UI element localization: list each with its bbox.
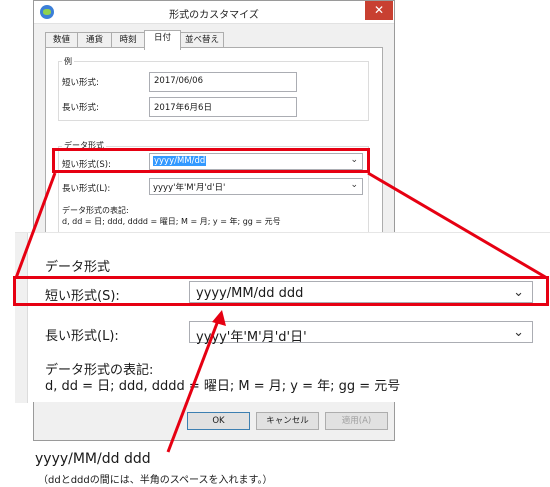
caption-format: yyyy/MM/dd ddd <box>35 451 151 467</box>
connector-line-right <box>367 171 548 280</box>
annotation-overlay <box>14 171 548 453</box>
arrow-head-icon <box>212 310 226 326</box>
tab-date[interactable]: 日付 <box>144 30 181 50</box>
pointer-arrow-line <box>166 317 221 453</box>
caption-note: （ddとdddの間には、半角のスペースを入れます。） <box>38 475 273 486</box>
connector-line-left <box>14 172 57 279</box>
